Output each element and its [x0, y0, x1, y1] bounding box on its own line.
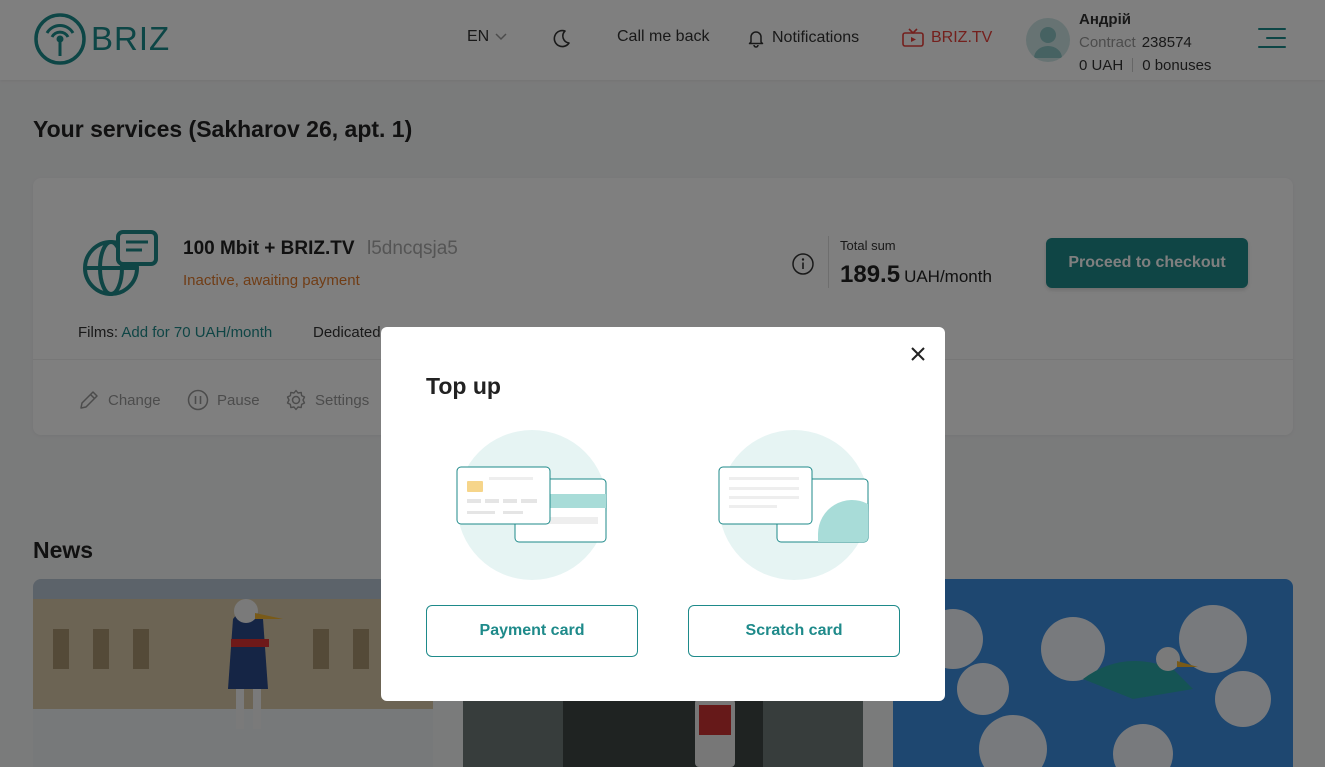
top-up-modal: Top up Payment card Scratch card — [381, 327, 945, 701]
modal-title: Top up — [426, 373, 501, 399]
scratch-card-illustration — [718, 429, 870, 586]
payment-card-button[interactable]: Payment card — [426, 605, 638, 657]
payment-card-illustration — [456, 429, 608, 586]
close-icon[interactable] — [908, 344, 928, 364]
scratch-card-button[interactable]: Scratch card — [688, 605, 900, 657]
